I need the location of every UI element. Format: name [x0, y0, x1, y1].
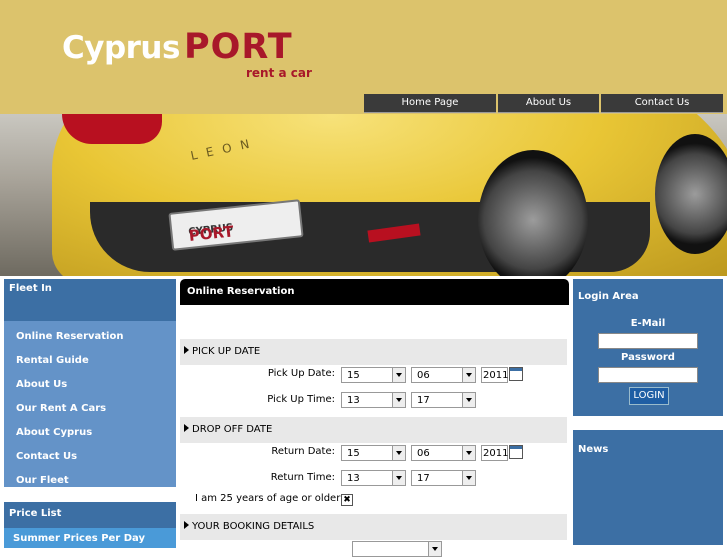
pickup-date-label: Pick Up Date: — [267, 368, 335, 379]
dropdown-arrow-icon — [462, 446, 475, 460]
news-title: News — [578, 444, 609, 455]
menu-contact-us[interactable]: Contact Us — [4, 445, 176, 469]
dropdown-arrow-icon — [462, 368, 475, 382]
password-label: Password — [621, 352, 675, 363]
dropoff-section-label: DROP OFF DATE — [192, 424, 273, 435]
news-panel: News — [573, 430, 723, 545]
car-taillight — [62, 114, 162, 144]
dropdown-arrow-icon — [392, 368, 405, 382]
nav-contact[interactable]: Contact Us — [601, 94, 723, 113]
pickup-minute-select[interactable]: 17 — [411, 392, 476, 408]
menu-about-us[interactable]: About Us — [4, 373, 176, 397]
calendar-icon[interactable] — [509, 445, 523, 459]
menu-our-rent-a-cars[interactable]: Our Rent A Cars — [4, 397, 176, 421]
fleet-menu: Online Reservation Rental Guide About Us… — [4, 321, 176, 487]
age-checkbox[interactable]: ✖ — [341, 494, 353, 506]
nav-about[interactable]: About Us — [498, 94, 599, 113]
price-title: Price List — [4, 502, 176, 528]
dropdown-arrow-icon — [392, 393, 405, 407]
booking-section-label: YOUR BOOKING DETAILS — [192, 521, 315, 532]
nav-home[interactable]: Home Page — [364, 94, 496, 113]
login-button[interactable]: LOGIN — [629, 387, 669, 405]
email-input[interactable] — [598, 333, 698, 349]
section-arrow-icon — [184, 424, 189, 432]
age-label: I am 25 years of age or older: — [195, 493, 344, 504]
nav-about-label[interactable]: About Us — [498, 94, 599, 112]
plate-big: PORT — [187, 222, 235, 245]
car-wheel-front — [655, 134, 727, 254]
menu-rental-guide[interactable]: Rental Guide — [4, 349, 176, 373]
pickup-hour-value: 13 — [347, 395, 360, 406]
section-arrow-icon — [184, 346, 189, 354]
dropdown-arrow-icon — [392, 446, 405, 460]
fleet-title: Fleet In — [4, 279, 176, 321]
dropdown-arrow-icon — [392, 471, 405, 485]
fleet-sidebar: Fleet In Online Reservation Rental Guide… — [4, 279, 176, 487]
nav-contact-label[interactable]: Contact Us — [601, 94, 723, 112]
return-date-label: Return Date: — [271, 446, 335, 457]
return-minute-select[interactable]: 17 — [411, 470, 476, 486]
pickup-year-input[interactable]: 2011 — [481, 367, 508, 383]
return-month-value: 06 — [417, 448, 430, 459]
menu-online-reservation[interactable]: Online Reservation — [4, 325, 176, 349]
return-hour-value: 13 — [347, 473, 360, 484]
return-hour-select[interactable]: 13 — [341, 470, 406, 486]
reservation-title: Online Reservation — [180, 279, 569, 305]
email-label: E-Mail — [630, 318, 666, 329]
dropdown-arrow-icon — [462, 393, 475, 407]
pickup-section-label: PICK UP DATE — [192, 346, 261, 357]
reservation-panel: Online Reservation — [180, 279, 569, 305]
return-minute-value: 17 — [417, 473, 430, 484]
pickup-day-select[interactable]: 15 — [341, 367, 406, 383]
pickup-time-label: Pick Up Time: — [267, 394, 335, 405]
section-arrow-icon — [184, 521, 189, 529]
pickup-hour-select[interactable]: 13 — [341, 392, 406, 408]
pickup-month-select[interactable]: 06 — [411, 367, 476, 383]
hero-banner: LEON CYPRUS PORT — [0, 114, 727, 276]
login-panel: Login Area E-Mail Password LOGIN — [573, 279, 723, 416]
nav-home-label[interactable]: Home Page — [364, 94, 496, 112]
dropdown-arrow-icon — [428, 542, 441, 556]
menu-our-fleet[interactable]: Our Fleet — [4, 469, 176, 493]
booking-select[interactable] — [352, 541, 442, 557]
pickup-day-value: 15 — [347, 370, 360, 381]
calendar-icon[interactable] — [509, 367, 523, 381]
pickup-minute-value: 17 — [417, 395, 430, 406]
return-month-select[interactable]: 06 — [411, 445, 476, 461]
return-time-label: Return Time: — [270, 472, 335, 483]
pickup-month-value: 06 — [417, 370, 430, 381]
return-day-select[interactable]: 15 — [341, 445, 406, 461]
menu-summer-prices[interactable]: Summer Prices Per Day — [4, 528, 176, 548]
menu-about-cyprus[interactable]: About Cyprus — [4, 421, 176, 445]
logo-cyprus-text: Cyprus — [62, 30, 180, 66]
price-sidebar: Price List Summer Prices Per Day — [4, 502, 176, 548]
return-day-value: 15 — [347, 448, 360, 459]
login-title: Login Area — [578, 291, 639, 302]
pickup-section-header: PICK UP DATE — [180, 339, 567, 365]
booking-section-header: YOUR BOOKING DETAILS — [180, 514, 567, 540]
return-year-input[interactable]: 2011 — [481, 445, 508, 461]
logo-tagline: rent a car — [246, 66, 312, 80]
dropoff-section-header: DROP OFF DATE — [180, 417, 567, 443]
dropdown-arrow-icon — [462, 471, 475, 485]
password-input[interactable] — [598, 367, 698, 383]
logo-port-text: PORT — [184, 27, 293, 67]
